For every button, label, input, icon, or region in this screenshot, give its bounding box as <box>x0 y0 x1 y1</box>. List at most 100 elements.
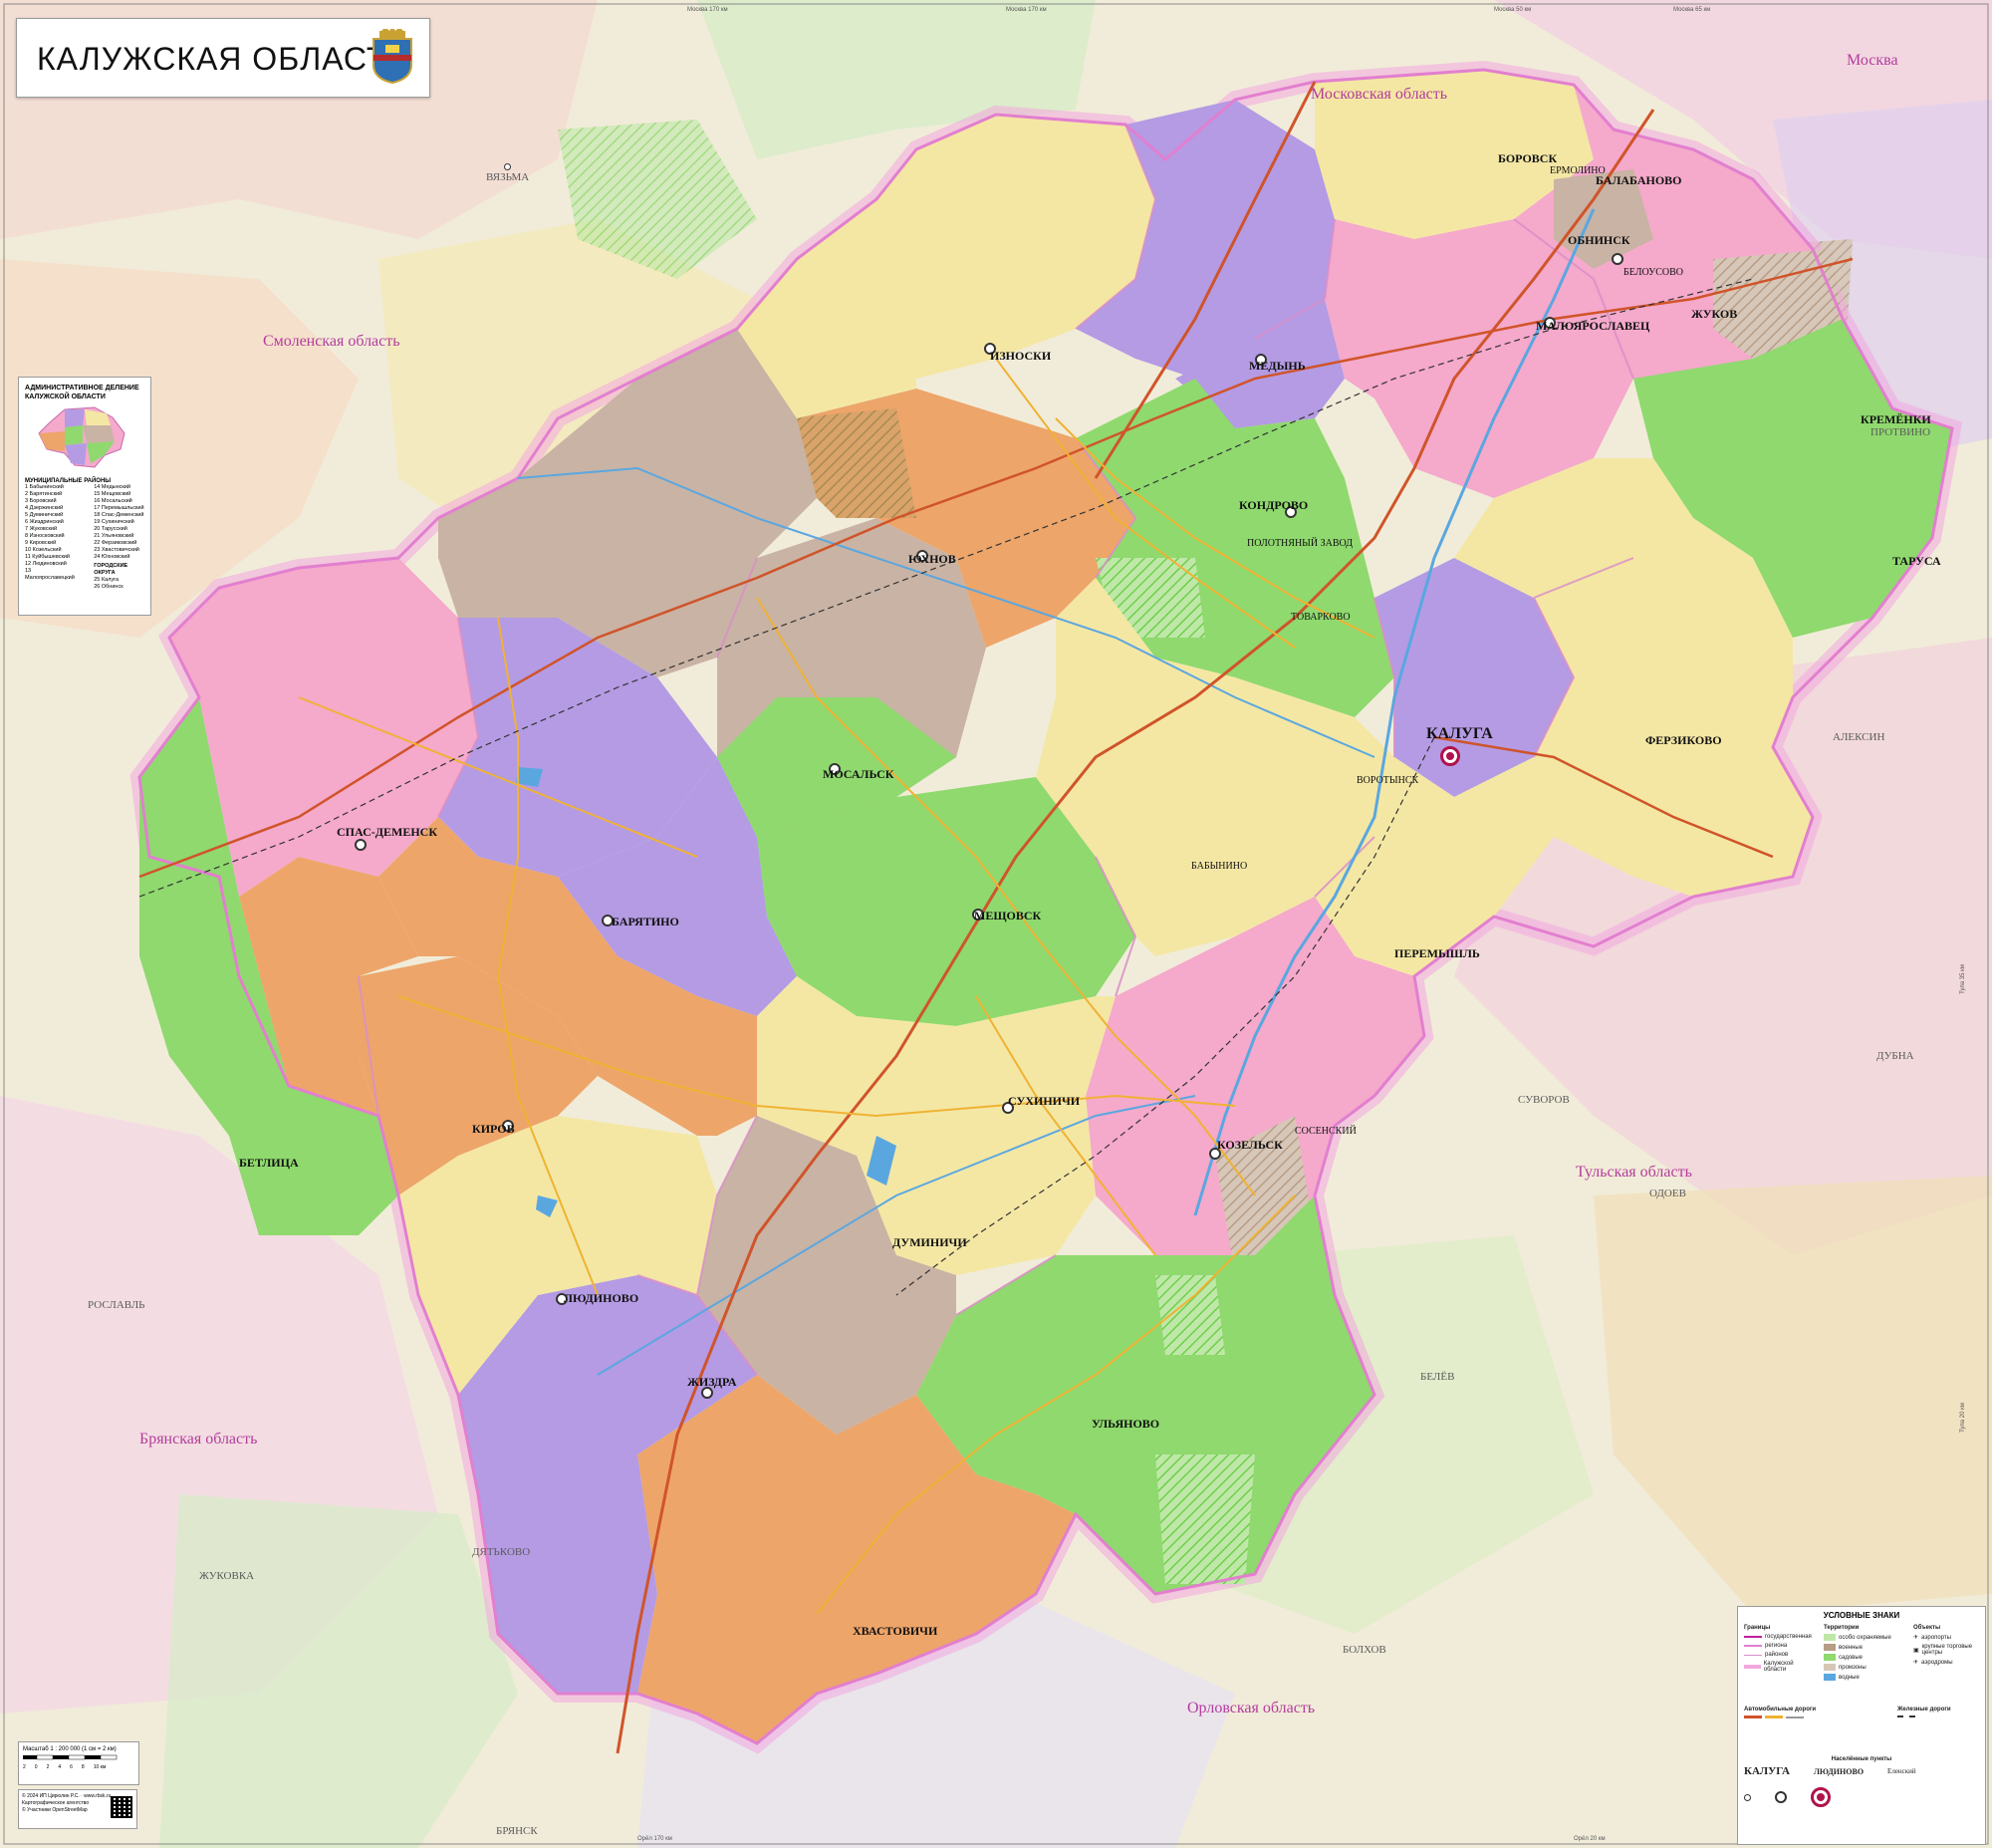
district-list-item: 5 Думиничский <box>25 512 64 518</box>
city-tarusa[interactable]: ТАРУСА <box>1892 554 1941 569</box>
railway-icon <box>1897 1716 1915 1717</box>
city-marker-icon[interactable] <box>1612 253 1623 265</box>
legend-rail: Железные дороги <box>1897 1707 1979 1720</box>
outside-city-zhukovka[interactable]: ЖУКОВКА <box>199 1570 254 1582</box>
district-list-item: 1 Бабынинский <box>25 484 64 490</box>
city-marker-icon[interactable] <box>355 839 367 851</box>
city-maloyaroslavets[interactable]: МАЛОЯРОСЛАВЕЦ <box>1536 319 1649 334</box>
city-lyudinovo[interactable]: ЛЮДИНОВО <box>564 1291 638 1306</box>
city-kremenki[interactable]: КРЕМЁНКИ <box>1861 412 1931 427</box>
legend-roads: Автомобильные дороги <box>1744 1707 1893 1721</box>
legend-objects: Объекты ✈ аэропорты ▣ крупные торговые цен… <box>1913 1625 1979 1669</box>
outside-city-bryansk[interactable]: БРЯНСК <box>496 1825 538 1837</box>
city-belousovo[interactable]: БЕЛОУСОВО <box>1623 267 1683 278</box>
kaluga-coat-of-arms-icon <box>373 29 412 85</box>
district-list-item: 23 Хвастовичский <box>94 547 139 553</box>
outside-city-vyazma[interactable]: ВЯЗЬМА <box>486 171 529 183</box>
city-mosalsk[interactable]: МОСАЛЬСК <box>823 767 893 782</box>
region-label-orel: Орловская область <box>1187 1700 1316 1716</box>
district-list-item: 14 Медынский <box>94 484 130 490</box>
legend-item: Калужской области <box>1763 1661 1794 1673</box>
city-obninsk[interactable]: ОБНИНСК <box>1568 233 1630 248</box>
outside-city-odoev[interactable]: ОДОЕВ <box>1649 1188 1686 1199</box>
city-kondrovo[interactable]: КОНДРОВО <box>1239 498 1308 513</box>
city-balabanovo[interactable]: БАЛАБАНОВО <box>1596 173 1682 188</box>
territory-swatch-icon <box>1824 1654 1836 1661</box>
legend-item: особо охраняемые <box>1839 1634 1891 1641</box>
city-babynino[interactable]: БАБЫНИНО <box>1191 861 1247 872</box>
border-line-icon <box>1744 1665 1761 1669</box>
city-medyn[interactable]: МЕДЫНЬ <box>1249 359 1306 374</box>
city-kozelsk[interactable]: КОЗЕЛЬСК <box>1217 1138 1283 1153</box>
legend-places-header: Населённые пункты <box>1831 1756 1892 1762</box>
district-list-item: 24 Юхновский <box>94 554 130 560</box>
legend-roads-header: Автомобильные дороги <box>1744 1707 1817 1713</box>
city-polotnyany-zavod[interactable]: ПОЛОТНЯНЫЙ ЗАВОД <box>1247 538 1353 549</box>
district-list-item: 11 Куйбышевский <box>25 554 70 560</box>
legend-territories: Территории особо охраняемые военные садо… <box>1824 1625 1903 1684</box>
city-kirov[interactable]: КИРОВ <box>472 1122 515 1137</box>
map-title-box: КАЛУЖСКАЯ ОБЛАСТЬ <box>16 18 430 98</box>
city-iznoski[interactable]: ИЗНОСКИ <box>990 349 1051 364</box>
outside-city-dubna[interactable]: ДУБНА <box>1876 1050 1914 1062</box>
city-sosensky[interactable]: СОСЕНСКИЙ <box>1295 1126 1357 1137</box>
shopping-icon: ▣ <box>1913 1647 1919 1654</box>
edge-label: Москва 170 км <box>1006 7 1047 13</box>
region-label-smolensk: Смоленская область <box>263 333 400 350</box>
map-canvas[interactable]: КАЛУЖСКАЯ ОБЛАСТЬ АДМИНИСТРАТИВНОЕ ДЕЛЕН… <box>0 0 1992 1848</box>
outside-city-roslavl[interactable]: РОСЛАВЛЬ <box>88 1299 145 1311</box>
legend-item: водные <box>1839 1674 1860 1681</box>
qr-code-icon[interactable] <box>111 1796 132 1818</box>
edge-label: Москва 170 км <box>687 7 728 13</box>
city-meshchovsk[interactable]: МЕЩОВСК <box>974 909 1041 924</box>
city-sukhinichi[interactable]: СУХИНИЧИ <box>1008 1094 1080 1109</box>
admin-urban-header: ГОРОДСКИЕ ОКРУГА <box>94 563 128 576</box>
city-duminichi[interactable]: ДУМИНИЧИ <box>892 1235 967 1250</box>
city-ferzikovo[interactable]: ФЕРЗИКОВО <box>1645 733 1722 748</box>
district-list-item: 22 Ферзиковский <box>94 540 137 546</box>
scale-tick: 2 <box>23 1764 26 1770</box>
border-line-icon <box>1744 1654 1762 1656</box>
legend-item: аэродромы <box>1921 1659 1953 1666</box>
legend-borders-header: Границы <box>1744 1625 1771 1631</box>
city-spas-demensk[interactable]: СПАС-ДЕМЕНСК <box>337 825 437 840</box>
outside-city-bolkhov[interactable]: БОЛХОВ <box>1343 1644 1386 1656</box>
region-label-moscow: Москва <box>1847 52 1898 69</box>
edge-label: Орёл 20 км <box>1574 1836 1606 1842</box>
capital-marker-icon[interactable] <box>1440 746 1460 766</box>
city-zhizdra[interactable]: ЖИЗДРА <box>687 1375 737 1390</box>
legend-borders: Границы государственная региона районов … <box>1744 1625 1814 1676</box>
admin-districts-left: 1 Бабынинский 2 Барятинский 3 Боровский … <box>19 484 82 591</box>
city-khvastovichi[interactable]: ХВАСТОВИЧИ <box>853 1624 937 1639</box>
city-peremyshl[interactable]: ПЕРЕМЫШЛЬ <box>1394 946 1480 961</box>
city-baryatino[interactable]: БАРЯТИНО <box>612 915 679 929</box>
outside-city-belev[interactable]: БЕЛЁВ <box>1420 1371 1454 1383</box>
legend-sample-village: Еленский <box>1887 1767 1916 1775</box>
outside-city-dyatkovo[interactable]: ДЯТЬКОВО <box>472 1546 530 1558</box>
region-label-moscow-oblast: Московская область <box>1311 86 1448 103</box>
local-road-icon <box>1786 1716 1804 1718</box>
outside-city-protvino[interactable]: ПРОТВИНО <box>1870 426 1930 438</box>
legend-territories-header: Территории <box>1824 1625 1860 1631</box>
city-zhukov[interactable]: ЖУКОВ <box>1691 307 1737 322</box>
outside-city-suvorov[interactable]: СУВОРОВ <box>1518 1094 1570 1106</box>
city-yukhnov[interactable]: ЮХНОВ <box>908 552 956 567</box>
outside-city-aleksin[interactable]: АЛЕКСИН <box>1833 731 1884 743</box>
city-borovsk[interactable]: БОРОВСК <box>1498 151 1557 166</box>
city-betlitsa[interactable]: БЕТЛИЦА <box>239 1156 299 1171</box>
legend-item: промзоны <box>1839 1664 1867 1671</box>
scale-text: Масштаб 1 : 200 000 (1 см = 2 км) <box>23 1746 117 1752</box>
district-ulyanovsky-hatch2 <box>1155 1275 1225 1355</box>
city-vorotynsk[interactable]: ВОРОТЫНСК <box>1357 775 1418 786</box>
district-list-item: 21 Ульяновский <box>94 533 134 539</box>
city-kaluga[interactable]: КАЛУГА <box>1426 725 1493 743</box>
city-tovarkovo[interactable]: ТОВАРКОВО <box>1291 612 1351 623</box>
city-ermolino[interactable]: ЕРМОЛИНО <box>1550 165 1606 176</box>
district-list-item: 9 Кировский <box>25 540 57 546</box>
territory-swatch-icon <box>1824 1674 1836 1681</box>
map-title: КАЛУЖСКАЯ ОБЛАСТЬ <box>37 41 409 77</box>
regional-road-icon <box>1765 1716 1783 1718</box>
city-ulyanovo[interactable]: УЛЬЯНОВО <box>1092 1417 1159 1432</box>
district-list-item: 18 Спас-Деменский <box>94 512 144 518</box>
territory-swatch-icon <box>1824 1634 1836 1641</box>
